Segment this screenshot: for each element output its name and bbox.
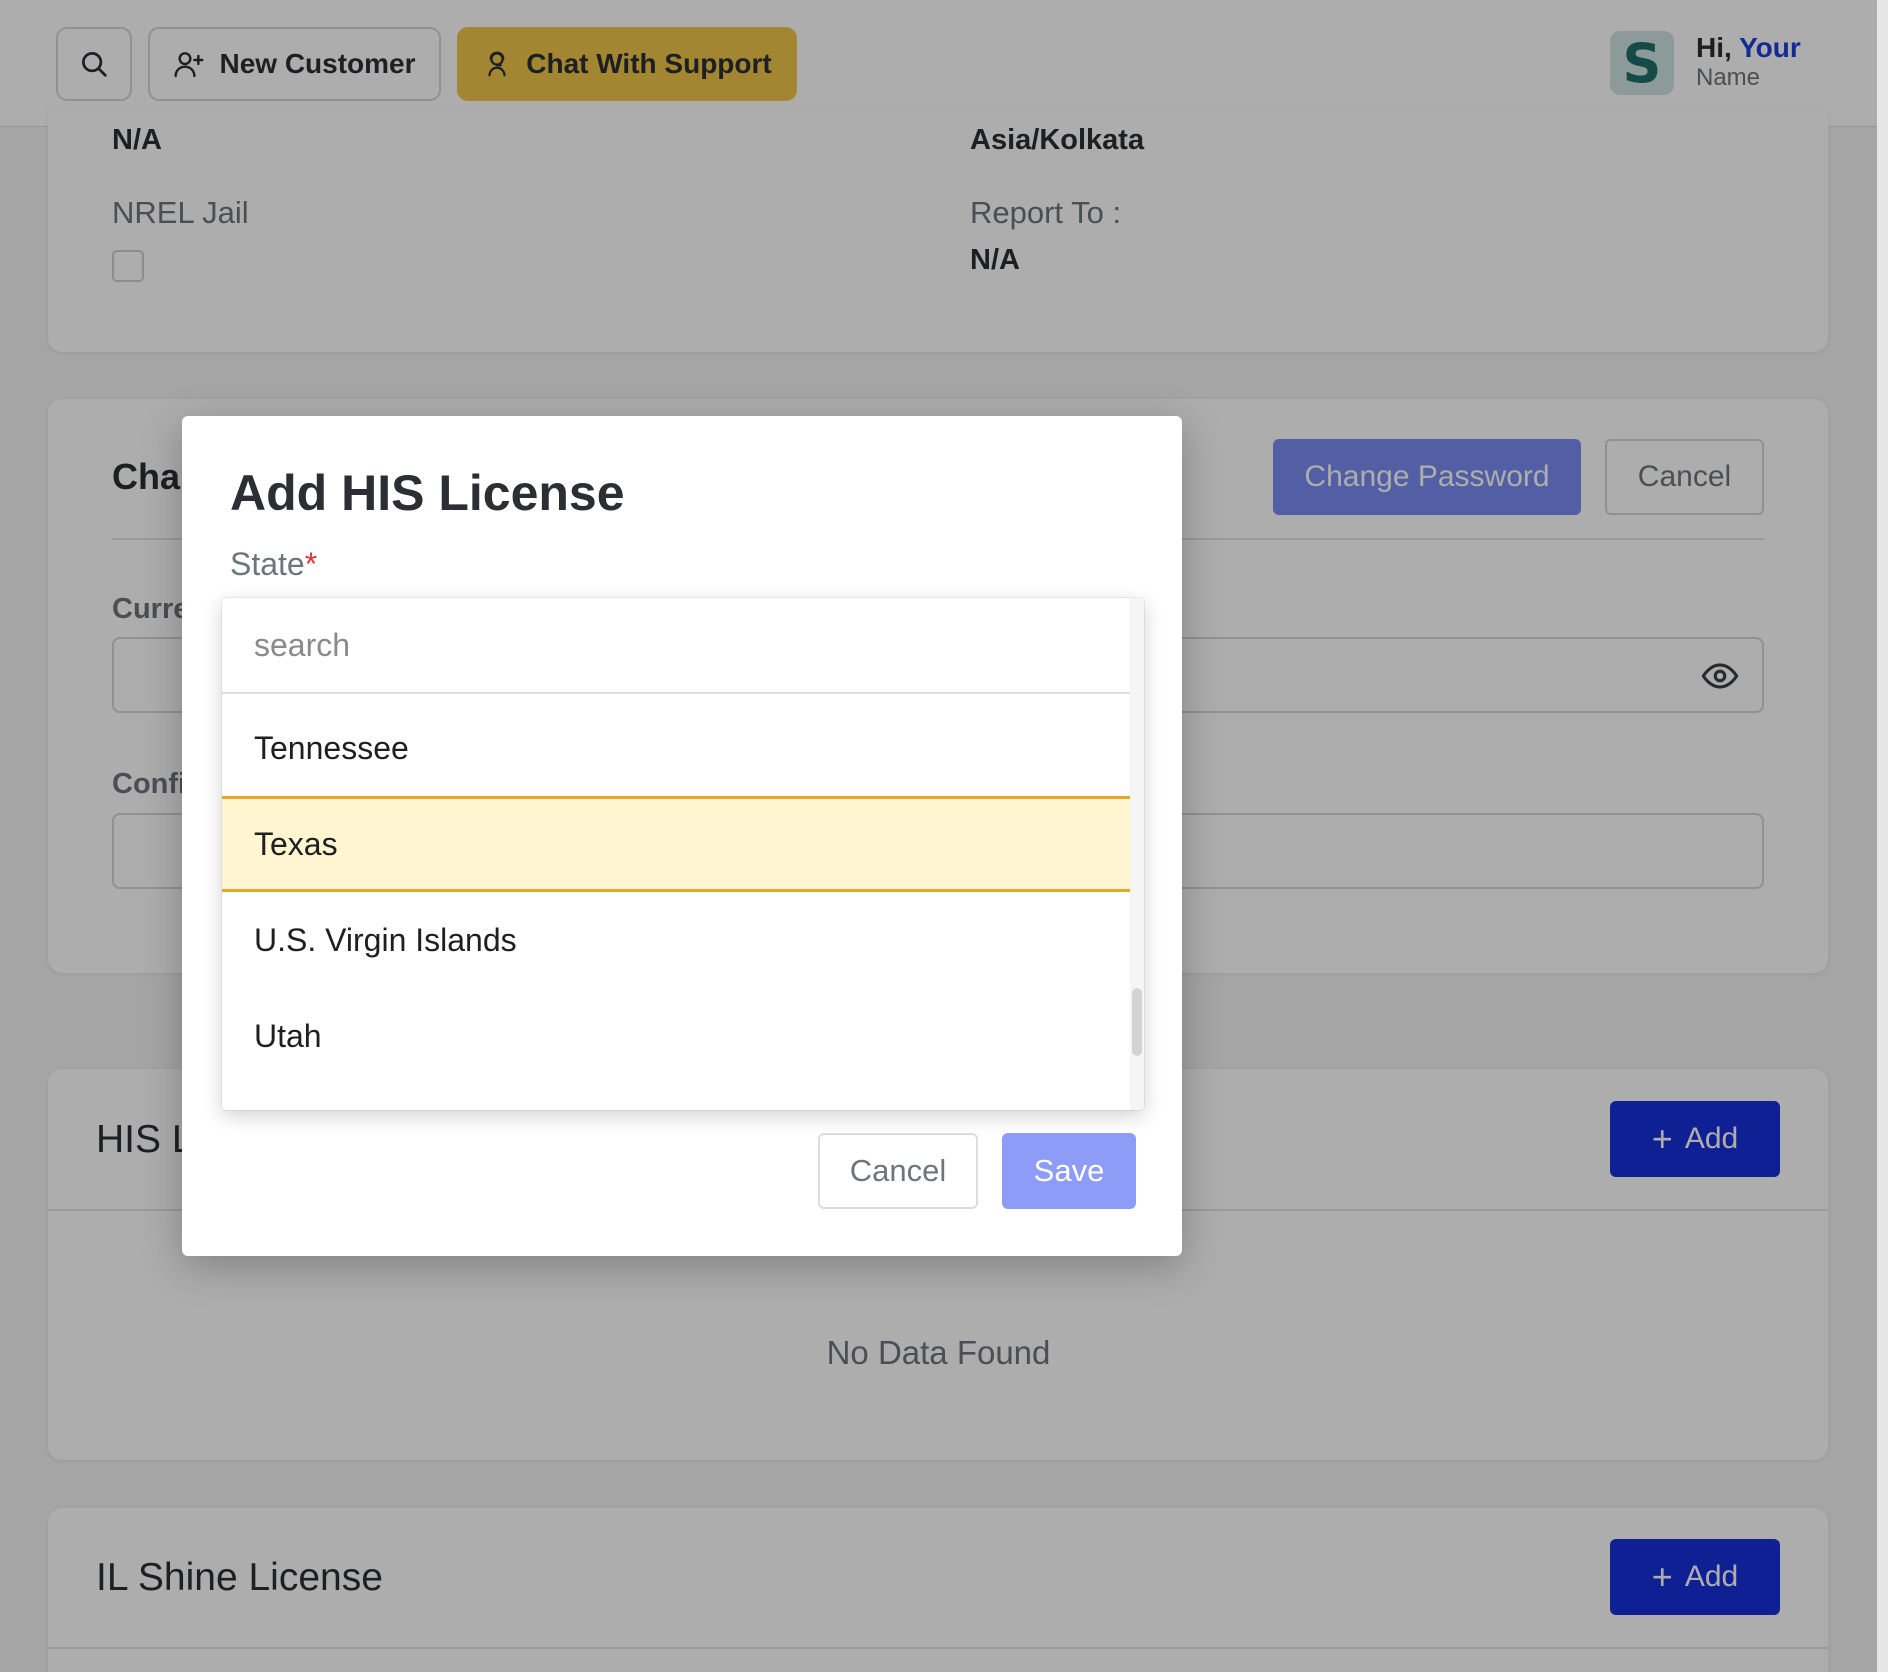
required-mark: * <box>304 546 318 582</box>
state-label: State* <box>230 546 317 583</box>
state-dropdown[interactable]: Tennessee Texas U.S. Virgin Islands Utah <box>222 598 1144 1110</box>
state-label-text: State <box>230 546 305 582</box>
state-option-texas[interactable]: Texas <box>222 796 1130 892</box>
state-option-utah[interactable]: Utah <box>222 988 1130 1084</box>
state-option-tennessee[interactable]: Tennessee <box>222 700 1130 796</box>
dropdown-scrollbar-thumb[interactable] <box>1132 988 1142 1056</box>
state-option-us-virgin-islands[interactable]: U.S. Virgin Islands <box>222 892 1130 988</box>
add-his-license-modal: Add HIS License State* Tennessee Texas U… <box>182 416 1182 1256</box>
modal-title: Add HIS License <box>230 465 625 521</box>
state-search-input[interactable] <box>222 598 1130 694</box>
modal-save-button[interactable]: Save <box>1002 1133 1136 1209</box>
modal-cancel-button[interactable]: Cancel <box>818 1133 978 1209</box>
page-scrollbar[interactable] <box>1877 0 1888 1672</box>
dropdown-scrollbar[interactable] <box>1130 598 1144 1110</box>
